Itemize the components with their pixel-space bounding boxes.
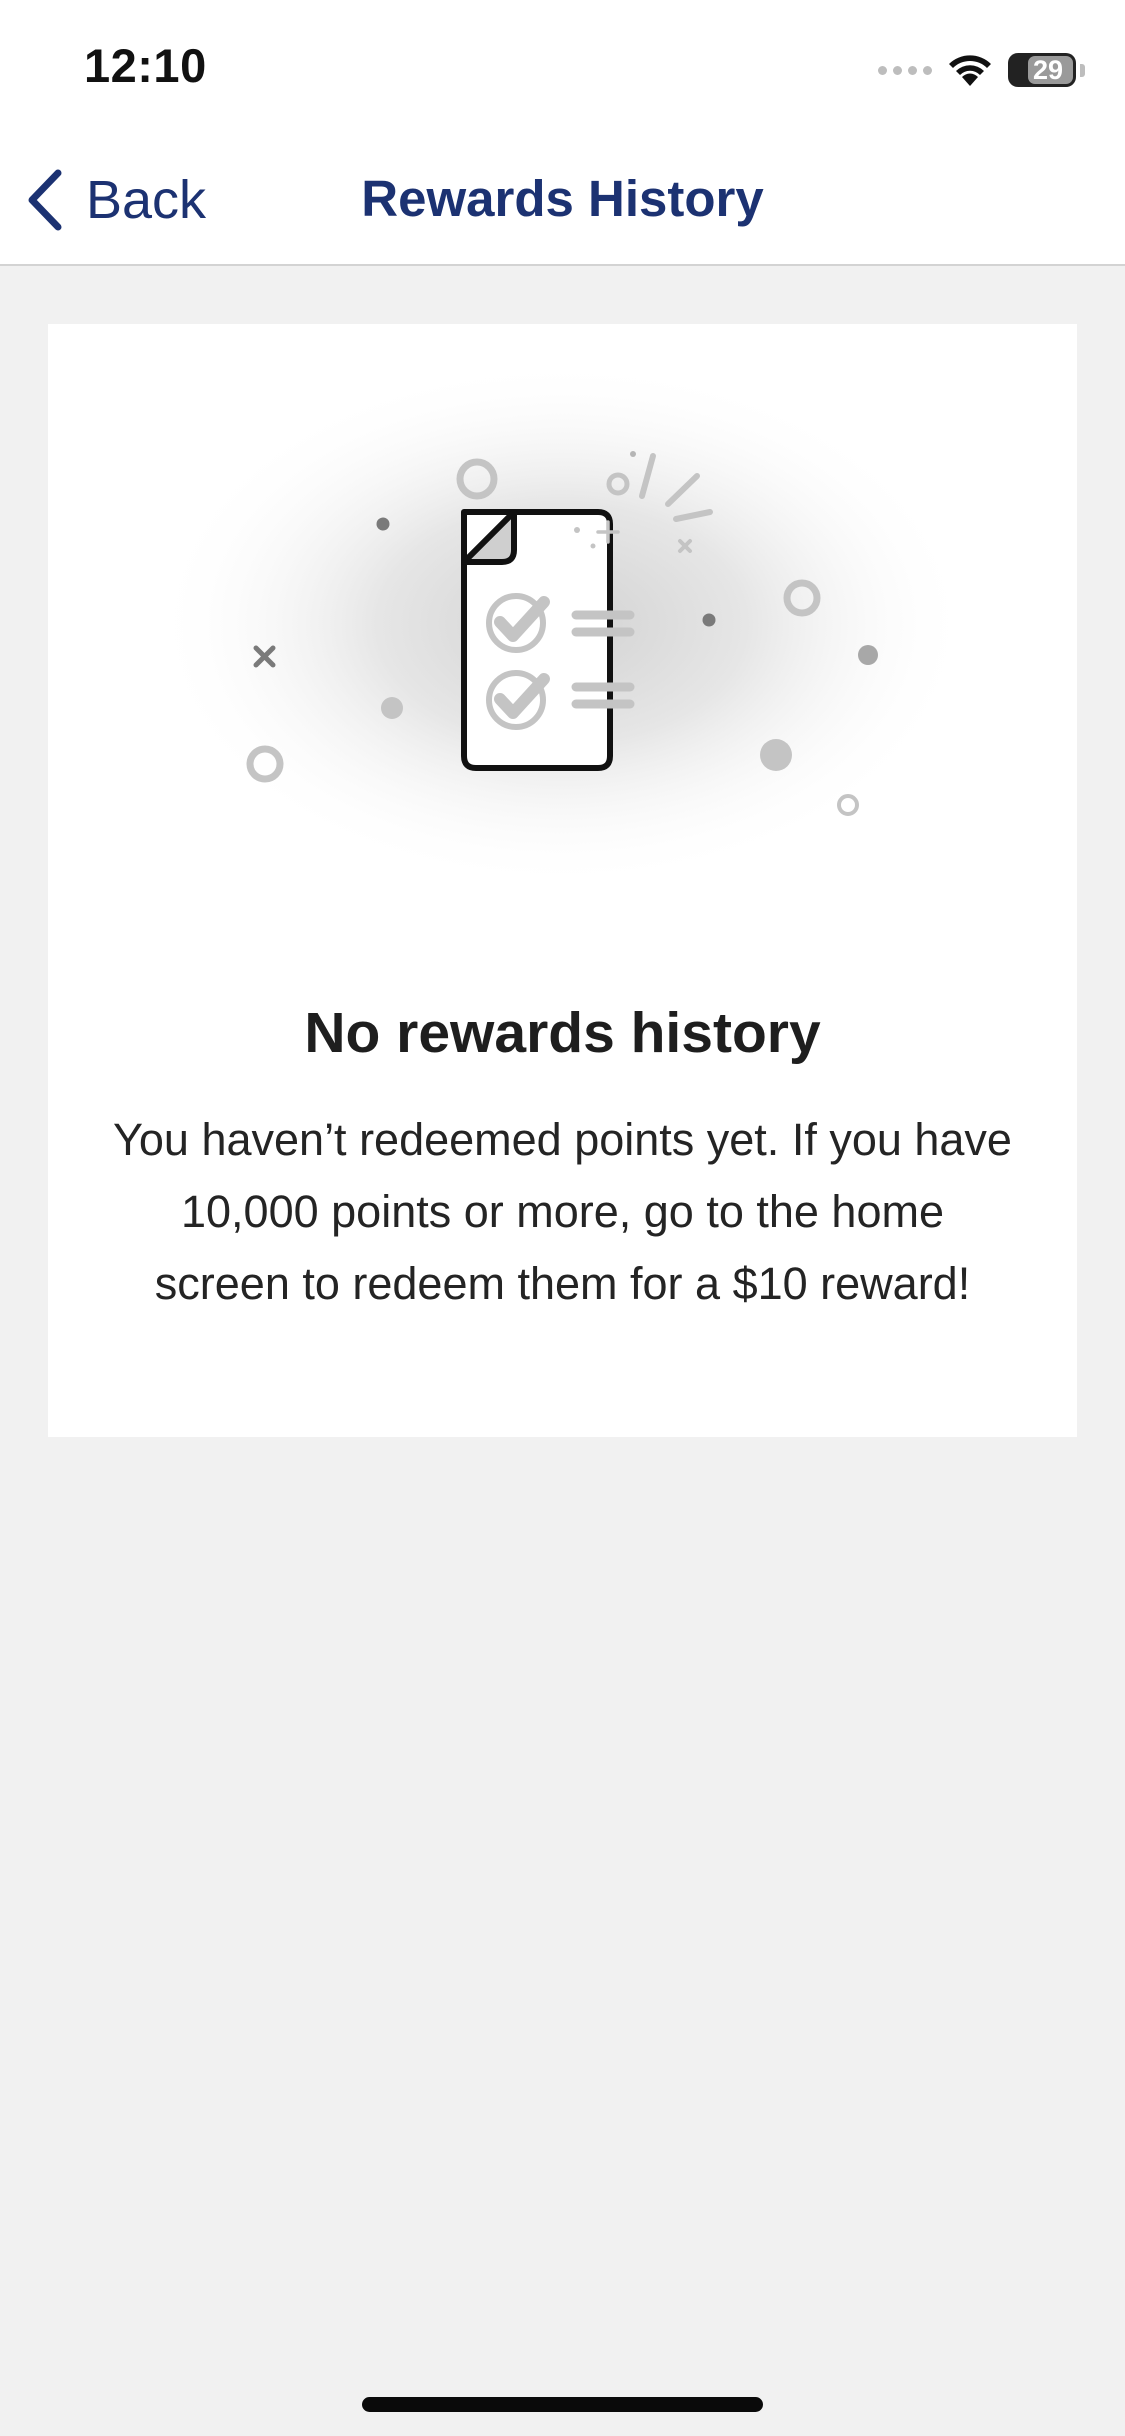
home-indicator[interactable] xyxy=(362,2397,763,2412)
empty-state-card: No rewards history You haven’t redeemed … xyxy=(48,324,1077,1437)
cellular-signal-icon xyxy=(878,65,932,75)
empty-state-message: You haven’t redeemed points yet. If you … xyxy=(113,1114,1012,1309)
battery-icon: 29 xyxy=(1008,53,1076,87)
back-label: Back xyxy=(86,170,207,230)
wifi-icon xyxy=(949,55,991,86)
status-bar: 12:10 29 xyxy=(0,0,1125,135)
status-time: 12:10 xyxy=(84,39,207,92)
checklist-document-icon xyxy=(152,359,972,889)
status-icons: 29 xyxy=(878,48,1085,92)
battery-level: 29 xyxy=(1032,54,1064,85)
chevron-left-icon xyxy=(28,169,62,231)
empty-state-title: No rewards history xyxy=(304,1001,821,1065)
navigation-bar: Rewards History Back xyxy=(0,135,1125,266)
battery-nub xyxy=(1080,63,1085,77)
back-button[interactable]: Back xyxy=(24,165,206,235)
